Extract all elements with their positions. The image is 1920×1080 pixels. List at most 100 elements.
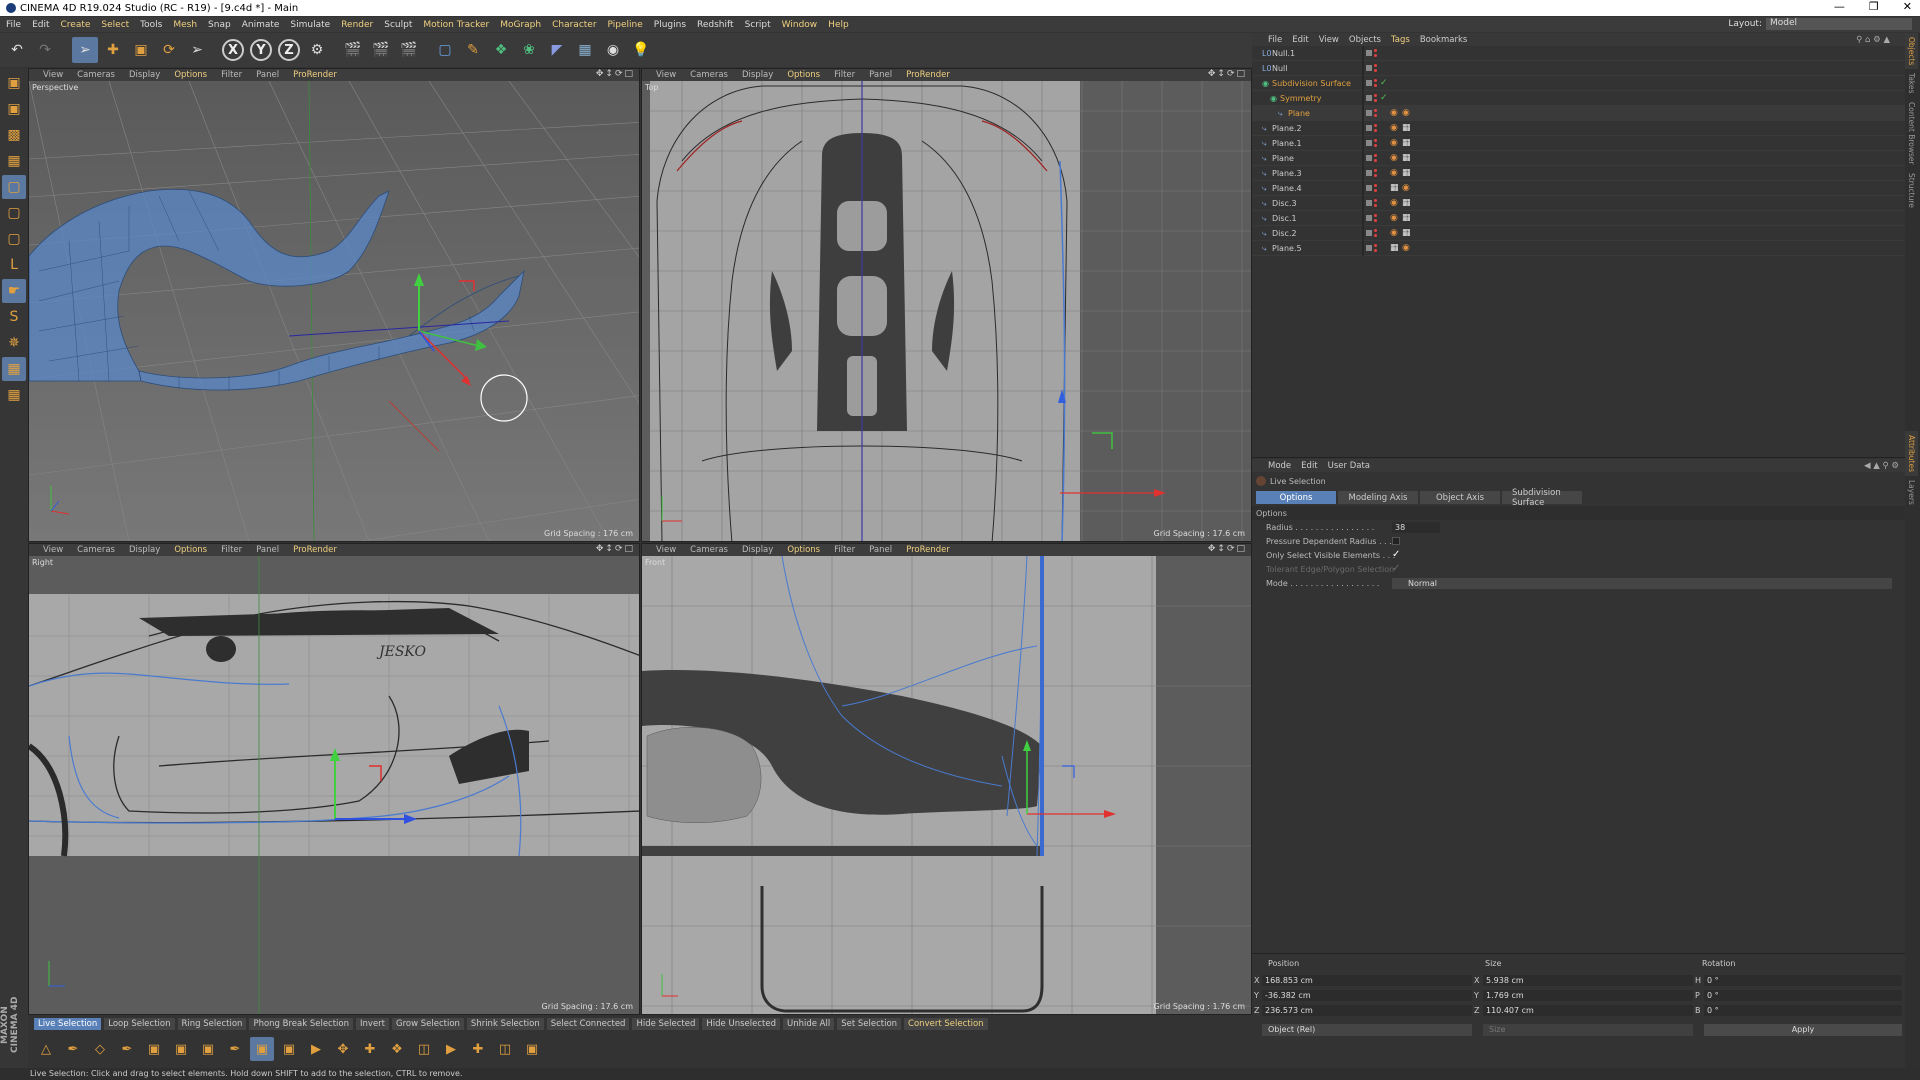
vp-menu-view[interactable]: View bbox=[43, 70, 63, 80]
grow-selection-button[interactable]: Grow Selection bbox=[392, 1018, 464, 1030]
vp-menu-cameras[interactable]: Cameras bbox=[690, 70, 728, 80]
menu-motion-tracker[interactable]: Motion Tracker bbox=[423, 20, 489, 30]
checker-tag-icon[interactable]: ▦ bbox=[1402, 168, 1412, 178]
visibility-toggle[interactable] bbox=[1366, 245, 1372, 251]
tab-options[interactable]: Options bbox=[1256, 491, 1336, 504]
menu-animate[interactable]: Animate bbox=[242, 20, 280, 30]
extrude-icon[interactable]: ▣ bbox=[142, 1037, 166, 1061]
menu-mograph[interactable]: MoGraph bbox=[500, 20, 541, 30]
tolerant-checkbox[interactable]: ✓ bbox=[1392, 564, 1400, 574]
workplane-lock-icon[interactable]: ▦ bbox=[2, 357, 26, 381]
side-tab-content-browser[interactable]: Content Browser bbox=[1905, 98, 1918, 169]
invert-button[interactable]: Invert bbox=[356, 1018, 389, 1030]
size-x-field[interactable]: 5.938 cm bbox=[1483, 975, 1693, 986]
line-cut-icon[interactable]: ✒ bbox=[223, 1037, 247, 1061]
close-icon[interactable]: ✕ bbox=[1903, 0, 1912, 13]
hide-unselected-button[interactable]: Hide Unselected bbox=[702, 1018, 780, 1030]
polygons-mode-icon[interactable]: ▢ bbox=[2, 227, 26, 251]
visibility-toggle[interactable] bbox=[1366, 95, 1372, 101]
viewport-right[interactable]: View Cameras Display Options Filter Pane… bbox=[28, 543, 640, 1015]
size-y-field[interactable]: 1.769 cm bbox=[1483, 990, 1693, 1001]
am-menu-edit[interactable]: Edit bbox=[1301, 461, 1317, 471]
workplane-icon[interactable]: ▦ bbox=[2, 149, 26, 173]
vp-menu-cameras[interactable]: Cameras bbox=[77, 545, 115, 555]
texture-tag-icon[interactable]: ◉ bbox=[1390, 198, 1400, 208]
menu-file[interactable]: File bbox=[6, 20, 21, 30]
position-y-field[interactable]: -36.382 cm bbox=[1262, 990, 1472, 1001]
redo-icon[interactable]: ↷ bbox=[32, 37, 58, 63]
visibility-toggle[interactable] bbox=[1366, 185, 1372, 191]
convert-selection-button[interactable]: Convert Selection bbox=[904, 1018, 988, 1030]
menu-mesh[interactable]: Mesh bbox=[173, 20, 197, 30]
viewport-nav-icons[interactable]: ✥↕⟳□ bbox=[1208, 69, 1247, 79]
visibility-toggle[interactable] bbox=[1366, 125, 1372, 131]
mirror-icon[interactable]: ◫ bbox=[412, 1037, 436, 1061]
render-picture-viewer-icon[interactable]: 🎬 bbox=[368, 37, 394, 63]
floor-icon[interactable]: ▦ bbox=[572, 37, 598, 63]
viewport-nav-icons[interactable]: ✥↕⟳□ bbox=[1208, 544, 1247, 554]
bevel-icon[interactable]: ▣ bbox=[196, 1037, 220, 1061]
object-row[interactable]: ◉ Subdivision Surface ✓ bbox=[1252, 75, 1920, 91]
restore-icon[interactable]: ❐ bbox=[1869, 0, 1879, 13]
tab-object-axis[interactable]: Object Axis bbox=[1420, 491, 1500, 504]
visibility-toggle[interactable] bbox=[1366, 170, 1372, 176]
texture-tag-icon[interactable]: ◉ bbox=[1402, 183, 1412, 193]
extrude-inner-icon[interactable]: ▣ bbox=[169, 1037, 193, 1061]
om-toolbar-icons[interactable]: ⚲ ⌂ ⚙ ▲ bbox=[1856, 35, 1890, 45]
z-axis-lock-icon[interactable]: Z bbox=[276, 37, 302, 63]
object-row[interactable]: ⤷ Plane.3 ◉ ▦ bbox=[1252, 165, 1920, 181]
vp-menu-view[interactable]: View bbox=[656, 545, 676, 555]
vp-menu-cameras[interactable]: Cameras bbox=[690, 545, 728, 555]
brush-icon[interactable]: ✒ bbox=[61, 1037, 85, 1061]
knife-icon[interactable]: ✒ bbox=[115, 1037, 139, 1061]
subdivision-icon[interactable]: ❖ bbox=[488, 37, 514, 63]
vp-menu-options[interactable]: Options bbox=[174, 545, 207, 555]
vp-menu-prorender[interactable]: ProRender bbox=[906, 545, 950, 555]
menu-sculpt[interactable]: Sculpt bbox=[384, 20, 412, 30]
menu-window[interactable]: Window bbox=[782, 20, 818, 30]
rotation-h-field[interactable]: 0 ° bbox=[1704, 975, 1902, 986]
recent-tool-icon[interactable]: ➢ bbox=[184, 37, 210, 63]
hide-selected-button[interactable]: Hide Selected bbox=[632, 1018, 700, 1030]
menu-help[interactable]: Help bbox=[828, 20, 849, 30]
menu-pipeline[interactable]: Pipeline bbox=[608, 20, 643, 30]
loop-selection-button[interactable]: Loop Selection bbox=[104, 1018, 175, 1030]
rotate-icon[interactable]: ⟳ bbox=[156, 37, 182, 63]
texture-tag-icon[interactable]: ◉ bbox=[1402, 108, 1412, 118]
vp-menu-options[interactable]: Options bbox=[174, 70, 207, 80]
visibility-toggle[interactable] bbox=[1366, 80, 1372, 86]
object-row[interactable]: ⤷ Plane.1 ◉ ▦ bbox=[1252, 135, 1920, 151]
object-row[interactable]: ⤷ Plane.4 ▦ ◉ bbox=[1252, 180, 1920, 196]
vp-menu-view[interactable]: View bbox=[43, 545, 63, 555]
side-tab-structure[interactable]: Structure bbox=[1905, 169, 1918, 212]
visibility-toggle[interactable] bbox=[1366, 110, 1372, 116]
texture-tag-icon[interactable]: ◉ bbox=[1390, 153, 1400, 163]
checker-tag-icon[interactable]: ▦ bbox=[1402, 138, 1412, 148]
optimize-icon[interactable]: ◫ bbox=[493, 1037, 517, 1061]
coordinate-system-icon[interactable]: ⚙ bbox=[304, 37, 330, 63]
undo-icon[interactable]: ↶ bbox=[4, 37, 30, 63]
menu-snap[interactable]: Snap bbox=[208, 20, 231, 30]
y-axis-lock-icon[interactable]: Y bbox=[248, 37, 274, 63]
rotation-p-field[interactable]: 0 ° bbox=[1704, 990, 1902, 1001]
vp-menu-panel[interactable]: Panel bbox=[256, 70, 279, 80]
size-z-field[interactable]: 110.407 cm bbox=[1483, 1005, 1693, 1016]
vp-menu-cameras[interactable]: Cameras bbox=[77, 70, 115, 80]
minimize-icon[interactable]: — bbox=[1834, 0, 1845, 13]
vp-menu-options[interactable]: Options bbox=[787, 70, 820, 80]
snap-icon[interactable]: S bbox=[2, 305, 26, 329]
om-menu-edit[interactable]: Edit bbox=[1292, 35, 1308, 45]
visibility-toggle[interactable] bbox=[1366, 140, 1372, 146]
polygon-pen-icon[interactable]: ▣ bbox=[250, 1037, 274, 1061]
vp-menu-panel[interactable]: Panel bbox=[869, 545, 892, 555]
camera-icon[interactable]: ◉ bbox=[600, 37, 626, 63]
checker-tag-icon[interactable]: ▦ bbox=[1402, 198, 1412, 208]
vp-menu-filter[interactable]: Filter bbox=[221, 70, 242, 80]
move-icon[interactable]: ✚ bbox=[100, 37, 126, 63]
bridge-icon[interactable]: △ bbox=[34, 1037, 58, 1061]
object-row[interactable]: ⤷ Disc.1 ◉ ▦ bbox=[1252, 210, 1920, 226]
texture-tag-icon[interactable]: ◉ bbox=[1390, 108, 1400, 118]
vp-menu-display[interactable]: Display bbox=[742, 70, 773, 80]
menu-tools[interactable]: Tools bbox=[140, 20, 162, 30]
vp-menu-display[interactable]: Display bbox=[129, 545, 160, 555]
